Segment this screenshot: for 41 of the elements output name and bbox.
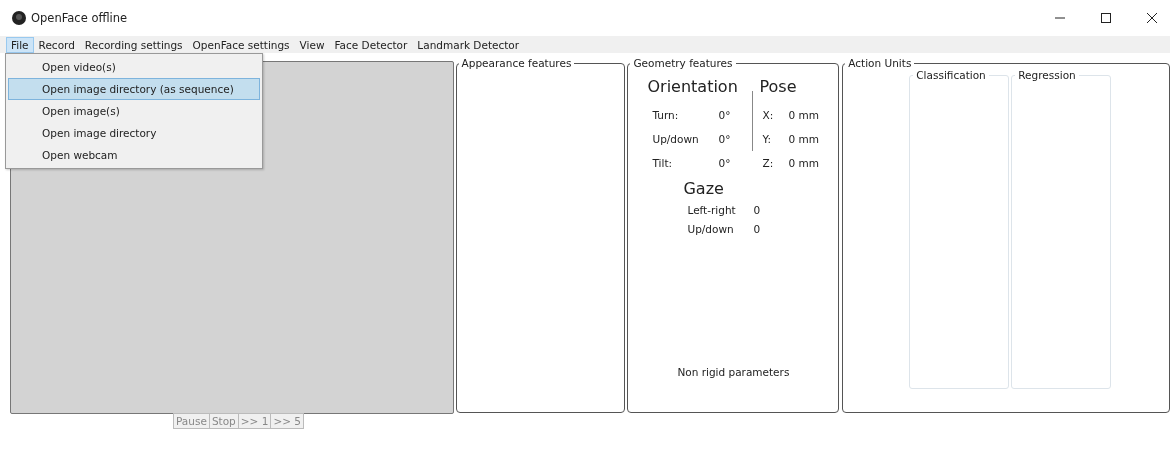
panel-title: Classification [915, 69, 987, 81]
panel-title: Geometry features [632, 57, 734, 69]
menu-item[interactable]: Landmark Detector [412, 36, 525, 53]
field-value: 0 mm [788, 109, 819, 121]
panel-title: Regression [1017, 69, 1077, 81]
menu-item[interactable]: Open video(s) [8, 56, 260, 78]
menu-item[interactable]: Open webcam [8, 144, 260, 166]
field-value: 0° [718, 157, 731, 169]
field-value: 0 mm [788, 133, 819, 145]
panel-title: Action Units [847, 57, 913, 69]
field-label: Left-right [686, 203, 737, 216]
field-value: 0° [718, 133, 731, 145]
menu-item[interactable]: Recording settings [79, 36, 188, 53]
menu-item[interactable]: File [6, 36, 34, 53]
field-value: 0 [753, 203, 761, 216]
close-icon[interactable] [1146, 12, 1158, 24]
window-title: OpenFace offline [31, 11, 128, 25]
menu-item[interactable]: Record [33, 36, 80, 53]
menu-item[interactable]: OpenFace settings [187, 36, 295, 53]
field-label: Z: [761, 157, 775, 169]
panel-title: Appearance features [460, 57, 573, 69]
field-value: 0 mm [788, 157, 819, 169]
field-label: Turn: [651, 109, 680, 121]
menu-item[interactable]: Open image directory (as sequence) [8, 78, 260, 100]
field-label: Up/down [651, 133, 700, 145]
menu-item[interactable]: Face Detector [329, 36, 413, 53]
maximize-icon[interactable] [1100, 12, 1112, 24]
section-heading: Gaze [683, 179, 725, 198]
field-label: X: [761, 109, 775, 121]
field-value: 0 [753, 222, 761, 235]
section-heading: Orientation [647, 77, 739, 96]
menu-item[interactable]: Open image(s) [8, 100, 260, 122]
field-label: Tilt: [651, 157, 674, 169]
field-label: Y: [761, 133, 773, 145]
menu-item[interactable]: Open image directory [8, 122, 260, 144]
section-heading: Pose [759, 77, 798, 96]
section-label: Non rigid parameters [677, 366, 790, 378]
app-logo-icon [12, 11, 26, 25]
field-value: 0° [718, 109, 731, 121]
menu-item[interactable]: View [294, 36, 330, 53]
field-label: Up/down [686, 222, 735, 235]
